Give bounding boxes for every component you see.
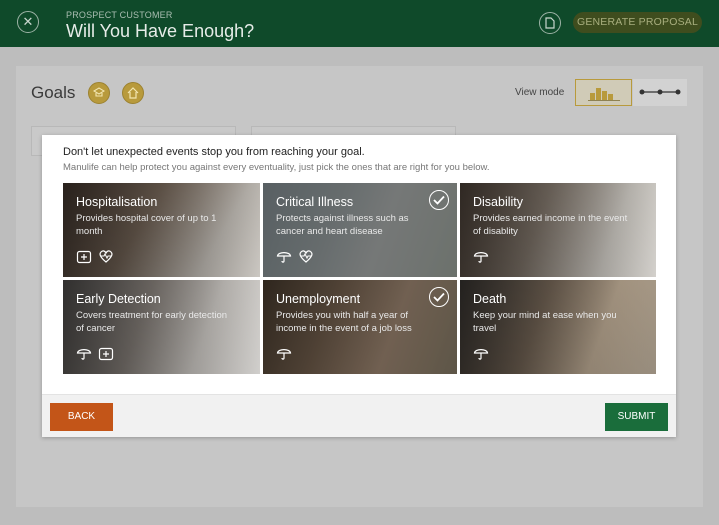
heartbeat-icon bbox=[98, 248, 114, 264]
modal-subheading: Manulife can help protect you against ev… bbox=[63, 162, 490, 173]
tile-unemployment[interactable]: Unemployment Provides you with half a ye… bbox=[263, 280, 457, 374]
tile-title: Death bbox=[473, 292, 507, 306]
back-button[interactable]: BACK bbox=[50, 403, 113, 431]
tile-description: Provides you with half a year of income … bbox=[276, 310, 412, 334]
tile-description: Protects against illness such as cancer … bbox=[276, 213, 409, 237]
protection-modal: Don't let unexpected events stop you fro… bbox=[42, 135, 676, 437]
education-goal-icon[interactable] bbox=[88, 82, 110, 104]
tile-title: Hospitalisation bbox=[76, 195, 158, 209]
umbrella-icon bbox=[276, 248, 292, 264]
protection-grid: Hospitalisation Provides hospital cover … bbox=[63, 183, 656, 374]
timeline-icon bbox=[639, 89, 681, 95]
modal-heading: Don't let unexpected events stop you fro… bbox=[63, 146, 365, 158]
bar-view-toggle[interactable] bbox=[575, 79, 632, 106]
modal-footer: BACK SUBMIT bbox=[42, 394, 676, 437]
document-icon[interactable] bbox=[539, 12, 561, 34]
page-title: Will You Have Enough? bbox=[66, 21, 255, 41]
tile-description: Provides earned income in the event of d… bbox=[473, 213, 628, 237]
timeline-view-toggle[interactable] bbox=[633, 79, 687, 106]
umbrella-icon bbox=[276, 345, 292, 361]
tile-early-detection[interactable]: Early Detection Covers treatment for ear… bbox=[63, 280, 260, 374]
tile-hospitalisation[interactable]: Hospitalisation Provides hospital cover … bbox=[63, 183, 260, 277]
app-header: ✕ PROSPECT CUSTOMER Will You Have Enough… bbox=[0, 0, 719, 47]
tile-title: Critical Illness bbox=[276, 195, 354, 209]
tile-critical-illness[interactable]: Critical Illness Protects against illnes… bbox=[263, 183, 457, 277]
hospital-icon bbox=[98, 345, 114, 361]
umbrella-icon bbox=[473, 248, 489, 264]
tile-disability[interactable]: Disability Provides earned income in the… bbox=[460, 183, 656, 277]
tile-title: Disability bbox=[473, 195, 524, 209]
home-goal-icon[interactable] bbox=[122, 82, 144, 104]
tile-description: Keep your mind at ease when you travel bbox=[473, 310, 617, 334]
header-eyebrow: PROSPECT CUSTOMER bbox=[66, 10, 173, 20]
tile-title: Early Detection bbox=[76, 292, 161, 306]
heartbeat-icon bbox=[298, 248, 314, 264]
goals-title: Goals bbox=[31, 83, 76, 102]
hospital-icon bbox=[76, 248, 92, 264]
tile-death[interactable]: Death Keep your mind at ease when you tr… bbox=[460, 280, 656, 374]
submit-button[interactable]: SUBMIT bbox=[605, 403, 668, 431]
umbrella-icon bbox=[473, 345, 489, 361]
bar-chart-icon bbox=[588, 88, 620, 101]
tile-title: Unemployment bbox=[276, 292, 361, 306]
checkmark-icon bbox=[429, 190, 449, 210]
tile-description: Provides hospital cover of up to 1 month bbox=[76, 213, 217, 237]
generate-proposal-button[interactable]: GENERATE PROPOSAL bbox=[573, 12, 702, 33]
tile-description: Covers treatment for early detection of … bbox=[76, 310, 228, 334]
close-icon[interactable]: ✕ bbox=[17, 11, 39, 33]
checkmark-icon bbox=[429, 287, 449, 307]
view-mode-label: View mode bbox=[515, 87, 565, 98]
umbrella-icon bbox=[76, 345, 92, 361]
